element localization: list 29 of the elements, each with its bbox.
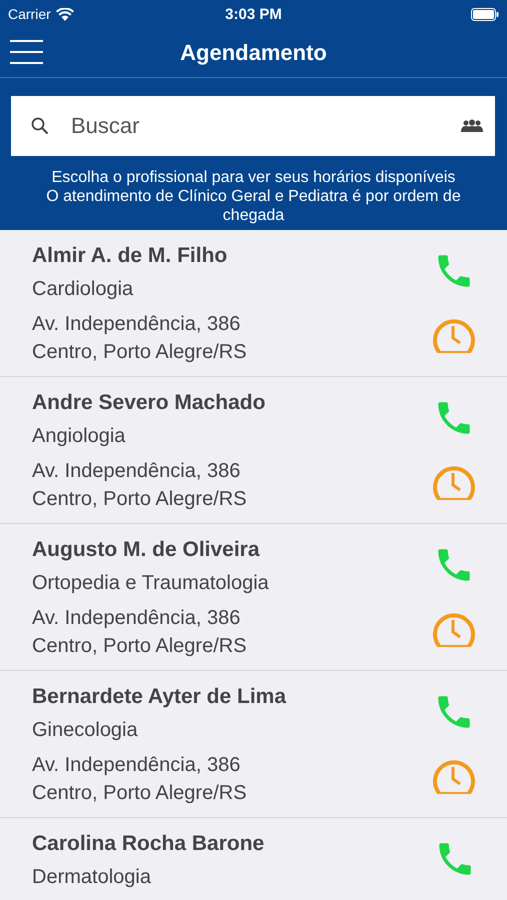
specialty-label: Ginecologia [32, 718, 139, 743]
specialty-label: Angiologia [32, 424, 126, 449]
notice-text: Escolha o profissional para ver seus horários disponíveis [50, 168, 456, 187]
battery-icon [471, 8, 499, 20]
people-icon[interactable] [461, 119, 483, 133]
address-line: Centro, Porto Alegre/RS [32, 634, 248, 659]
professional-name[interactable]: Augusto M. de Oliveira [32, 534, 431, 566]
specialty-label: Cardiologia [32, 277, 134, 302]
status-time: 3:03 PM [225, 6, 282, 22]
specialty-label: Dermatologia [32, 865, 152, 890]
specialty-label: Ortopedia e Traumatologia [32, 571, 270, 596]
professional-name[interactable]: Andre Severo Machado [32, 387, 431, 419]
professional-name[interactable]: Bernardete Ayter de Lima [32, 681, 431, 713]
professional-name[interactable]: Carolina Rocha Barone [32, 828, 433, 860]
search-icon [31, 117, 49, 135]
address-line: Centro, Porto Alegre/RS [32, 340, 248, 365]
professional-name[interactable]: Almir A. de M. Filho [32, 240, 431, 272]
menu-button[interactable] [10, 40, 43, 64]
address-line: Av. Independência, 386 [32, 606, 242, 631]
screen-title: Agendamento [180, 40, 327, 66]
carrier-label: Carrier [8, 6, 51, 22]
search-bar[interactable]: Buscar [11, 96, 495, 156]
address-line: Av. Independência, 386 [32, 312, 242, 337]
address-line: Av. Independência, 386 [32, 753, 242, 778]
wifi-icon [56, 8, 74, 20]
notice-text: O atendimento de Clínico Geral e Pediatra é por ordem de chegada [45, 187, 462, 225]
address-line: Centro, Porto Alegre/RS [32, 487, 248, 512]
address-line: Av. Independência, 386 [32, 459, 242, 484]
address-line: Centro, Porto Alegre/RS [32, 781, 248, 806]
